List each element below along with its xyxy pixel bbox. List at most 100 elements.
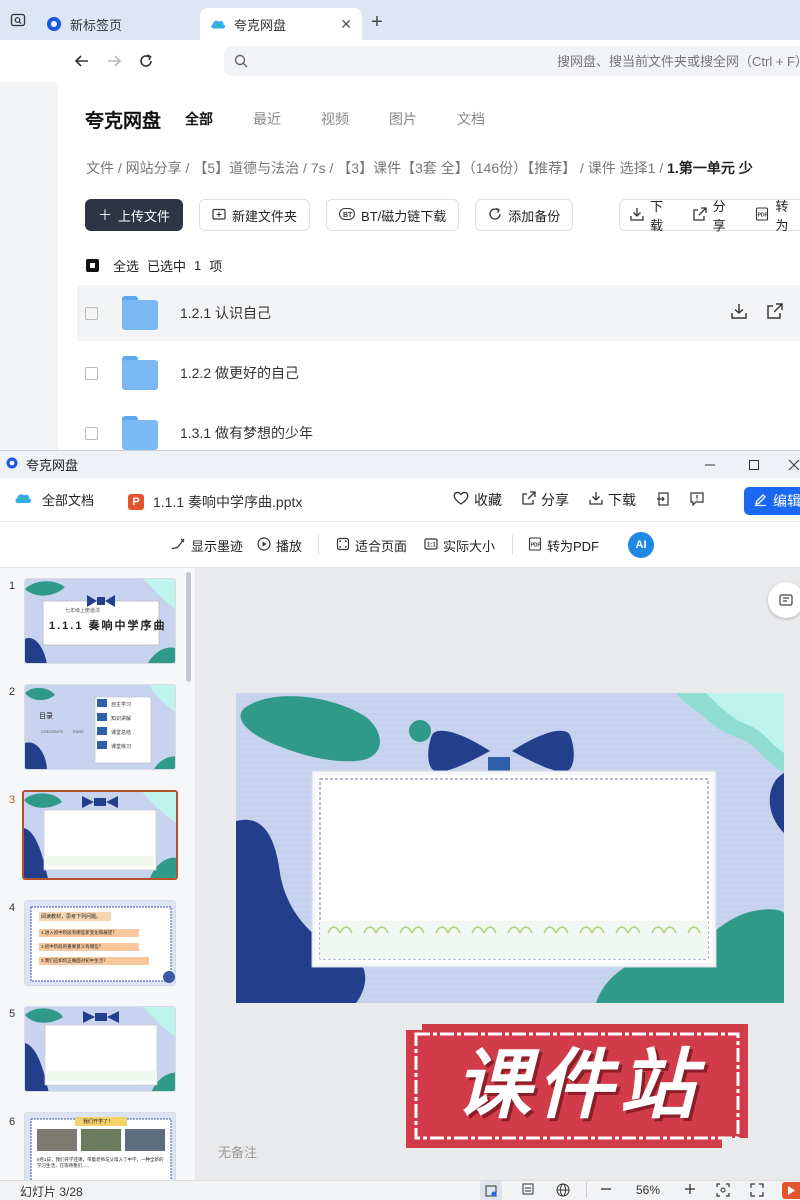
zoom-out-icon[interactable] <box>600 1183 612 1198</box>
actual-size-button[interactable]: 1:1 实际大小 <box>424 536 495 555</box>
back-arrow-icon[interactable] <box>66 45 98 77</box>
share-icon[interactable] <box>766 302 784 324</box>
breadcrumb-item[interactable]: 文件 <box>86 160 114 176</box>
action-bar: ＋ 上传文件 新建文件夹 BT BT/磁力链下载 添加备份 <box>85 199 589 231</box>
tab-recent[interactable]: 最近 <box>253 109 281 129</box>
forward-arrow-icon[interactable] <box>98 45 130 77</box>
show-ink-label: 显示墨迹 <box>191 539 244 554</box>
tab-docs[interactable]: 文档 <box>457 109 485 129</box>
tab-video[interactable]: 视频 <box>321 109 349 129</box>
favorite-button[interactable]: 收藏 <box>453 490 502 510</box>
select-all-label[interactable]: 全选 <box>113 256 139 275</box>
selected-prefix: 已选中 <box>147 259 187 274</box>
svg-text:BT: BT <box>343 212 353 219</box>
report-button[interactable] <box>690 491 704 509</box>
screenshot-float-icon[interactable] <box>768 582 800 618</box>
slide-thumbnail-2[interactable]: 目录 CONTENTS PAGE 自主学习 知识讲解 课堂总结 课堂练习 <box>24 684 176 770</box>
breadcrumb-current: 1.第一单元 少 <box>667 160 753 176</box>
fullscreen-icon[interactable] <box>750 1183 764 1200</box>
new-folder-button[interactable]: 新建文件夹 <box>199 199 311 231</box>
share-button[interactable]: 分享 <box>522 490 569 510</box>
row-checkbox[interactable] <box>85 426 98 440</box>
current-slide <box>236 693 784 1003</box>
share-button[interactable]: 分享 <box>693 196 738 234</box>
close-icon[interactable] <box>784 451 800 479</box>
file-name[interactable]: 1.3.1 做有梦想的少年 <box>180 423 313 443</box>
file-row[interactable]: 1.2.2 做更好的自己 <box>77 345 800 401</box>
slide-thumbnail-1[interactable]: 七年级上册道法 1.1.1 奏响中学序曲 <box>24 578 176 664</box>
show-ink-button[interactable]: 显示墨迹 <box>170 536 243 555</box>
all-docs-button[interactable]: 全部文档 <box>14 490 94 509</box>
open-in-folder-button[interactable] <box>656 491 670 509</box>
slide-thumbnail-3[interactable] <box>22 790 178 880</box>
breadcrumb-item[interactable]: 网站分享 <box>126 160 182 176</box>
scrollbar[interactable] <box>186 572 191 682</box>
thumb-title: 1.1.1 奏响中学序曲 <box>49 620 167 632</box>
file-name[interactable]: 1.2.1 认识自己 <box>180 303 271 323</box>
play-button[interactable]: 播放 <box>257 536 302 555</box>
maximize-icon[interactable] <box>740 451 768 479</box>
download-icon[interactable] <box>730 302 748 324</box>
file-row[interactable]: 1.3.1 做有梦想的少年 <box>77 405 800 450</box>
share-label: 分享 <box>541 492 569 508</box>
globe-icon[interactable] <box>556 1183 570 1200</box>
fit-page-label: 适合页面 <box>355 539 408 554</box>
fit-page-button[interactable]: 适合页面 <box>336 536 407 555</box>
slide-counter: 幻灯片 3/28 <box>20 1185 83 1199</box>
file-row[interactable]: 1.2.1 认识自己 <box>77 285 800 341</box>
file-name[interactable]: 1.2.2 做更好的自己 <box>180 363 299 383</box>
upload-button[interactable]: ＋ 上传文件 <box>85 199 184 231</box>
favorite-label: 收藏 <box>474 492 502 508</box>
select-all-checkbox[interactable] <box>86 259 99 272</box>
download-button[interactable]: 下载 <box>630 196 675 234</box>
notes-view-icon[interactable] <box>522 1183 534 1198</box>
select-all-row: 全选 已选中 1 项 <box>86 256 222 275</box>
zoom-level[interactable]: 56% <box>636 1183 660 1197</box>
folder-plus-icon <box>212 207 226 223</box>
bt-download-button[interactable]: BT BT/磁力链下载 <box>326 199 460 231</box>
ai-assistant-button[interactable]: AI <box>628 532 654 558</box>
row-checkbox[interactable] <box>85 366 98 380</box>
breadcrumb-item[interactable]: 7s <box>311 160 326 176</box>
slideshow-play-icon[interactable] <box>782 1182 800 1199</box>
download-button[interactable]: 下载 <box>589 490 636 510</box>
normal-view-icon[interactable] <box>480 1181 502 1200</box>
tab-search-icon[interactable] <box>0 0 36 40</box>
slide-canvas: 课件站 无备注 <box>196 568 800 1180</box>
tab-new-tab[interactable]: 新标签页 <box>36 8 200 40</box>
share-label: 分享 <box>712 199 726 233</box>
fit-page-icon <box>336 537 350 554</box>
thumbnail-number: 3 <box>9 794 16 806</box>
tab-quark-netdisk[interactable]: 夸克网盘 ✕ <box>200 8 362 40</box>
slide-thumbnail-4[interactable]: 阅读教材，思考下列问题。 1.进入初中阶段有哪些新变化和展望？ 2.初中阶段的重… <box>24 900 176 986</box>
slide-thumbnail-6[interactable]: 我们开学了！ 9月1日，我们开学还课，带着老师与父母入了中学，一种全新的学习生活… <box>24 1112 176 1180</box>
convert-label: 转为 <box>775 199 789 233</box>
breadcrumb-item[interactable]: 【5】道德与法治 <box>193 160 299 176</box>
search-input[interactable] <box>248 53 800 69</box>
reload-icon[interactable] <box>130 45 162 77</box>
edit-button[interactable]: 编辑 <box>744 487 800 515</box>
convert-button[interactable]: PDF 转为 <box>755 196 800 234</box>
plus-icon: ＋ <box>98 207 112 223</box>
zoom-in-icon[interactable] <box>684 1183 696 1198</box>
minimize-icon[interactable] <box>696 451 724 479</box>
tab-image[interactable]: 图片 <box>389 109 417 129</box>
open-folder-icon <box>656 491 670 509</box>
slide-thumbnail-5[interactable] <box>24 1006 176 1092</box>
folder-icon <box>122 296 158 330</box>
download-icon <box>589 491 603 509</box>
address-bar[interactable] <box>224 46 800 76</box>
row-checkbox[interactable] <box>85 306 98 320</box>
add-backup-button[interactable]: 添加备份 <box>475 199 574 231</box>
thumbnail-number: 1 <box>9 580 16 592</box>
tab-all[interactable]: 全部 <box>185 109 213 129</box>
fit-screen-icon[interactable] <box>716 1183 730 1200</box>
download-label: 下载 <box>608 492 636 508</box>
convert-pdf-button[interactable]: PDF 转为PDF <box>528 536 599 555</box>
new-tab-button[interactable]: + <box>362 11 392 34</box>
browser-toolbar <box>0 40 800 82</box>
breadcrumb-item[interactable]: 课件 选择1 <box>588 160 656 176</box>
thumb-item: 课堂练习 <box>111 744 132 750</box>
close-icon[interactable]: ✕ <box>340 16 352 33</box>
breadcrumb-item[interactable]: 【3】课件【3套 全】（146份）【推荐】 <box>337 160 576 176</box>
